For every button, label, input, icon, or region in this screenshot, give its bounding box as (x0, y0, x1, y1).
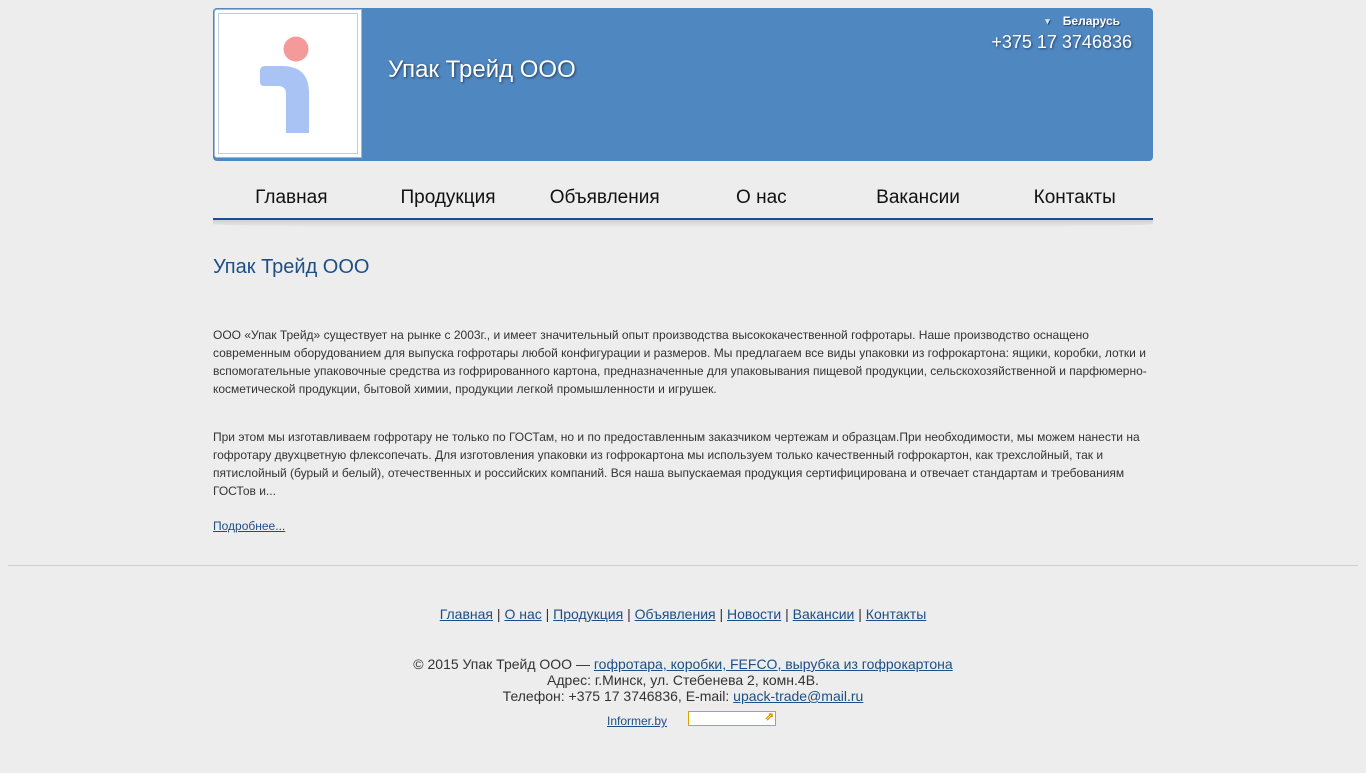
main-nav: Главная Продукция Объявления О нас Вакан… (213, 174, 1153, 220)
footer-link-contacts[interactable]: Контакты (866, 606, 926, 622)
caret-down-icon: ▾ (1045, 16, 1050, 26)
footer-separator: | (858, 606, 866, 622)
footer-link-products[interactable]: Продукция (553, 606, 623, 622)
nav-item-contacts[interactable]: Контакты (996, 174, 1153, 218)
info-person-icon (260, 36, 309, 133)
nav-item-products[interactable]: Продукция (370, 174, 527, 218)
logo-frame (218, 13, 358, 154)
page-title: Упак Трейд ООО (213, 256, 370, 278)
footer-separator: | (719, 606, 728, 622)
copyright-link[interactable]: гофротара, коробки, FEFCO, вырубка из го… (594, 656, 953, 672)
informer-link[interactable]: Informer.by (607, 714, 667, 728)
site-header: Упак Трейд ООО ▾ Беларусь +375 17 3746836 (213, 8, 1153, 161)
footer-link-home[interactable]: Главная (440, 606, 493, 622)
footer-separator: | (785, 606, 793, 622)
footer-separator: | (627, 606, 635, 622)
informer-widget[interactable]: ⇗ (688, 711, 776, 726)
nav-item-vacancies[interactable]: Вакансии (840, 174, 997, 218)
region-label: Беларусь (1062, 14, 1120, 28)
footer-link-announcements[interactable]: Объявления (635, 606, 716, 622)
page-wrapper: Упак Трейд ООО ▾ Беларусь +375 17 3746836… (213, 8, 1153, 533)
nav-item-home[interactable]: Главная (213, 174, 370, 218)
footer-divider (8, 565, 1358, 566)
external-arrow-icon: ⇗ (764, 711, 774, 723)
header-phone: +375 17 3746836 (991, 32, 1132, 52)
nav-item-announcements[interactable]: Объявления (526, 174, 683, 218)
nav-shadow (213, 220, 1153, 228)
address-line: Адрес: г.Минск, ул. Стебенева 2, комн.4В… (547, 672, 819, 688)
company-title: Упак Трейд ООО (388, 56, 576, 83)
intro-paragraph: ООО «Упак Трейд» существует на рынке с 2… (213, 328, 1147, 396)
footer-link-vacancies[interactable]: Вакансии (793, 606, 855, 622)
logo[interactable] (214, 9, 362, 158)
details-paragraph: При этом мы изготавливаем гофротару не т… (213, 430, 1140, 498)
footer-link-news[interactable]: Новости (727, 606, 781, 622)
footer-nav: Главная | О нас | Продукция | Объявления… (0, 606, 1366, 622)
contact-line: Телефон: +375 17 3746836, E-mail: upack-… (0, 688, 1366, 704)
read-more-link[interactable]: Подробнее... (213, 519, 285, 533)
copyright-line: © 2015 Упак Трейд ООО — гофротара, короб… (0, 656, 1366, 672)
phone-text: Телефон: +375 17 3746836, E-mail: (502, 688, 734, 704)
copyright-text: © 2015 Упак Трейд ООО — (413, 656, 594, 672)
nav-item-about[interactable]: О нас (683, 174, 840, 218)
region-selector[interactable]: ▾ Беларусь (1045, 14, 1120, 28)
email-link[interactable]: upack-trade@mail.ru (733, 688, 863, 704)
footer-link-about[interactable]: О нас (504, 606, 541, 622)
